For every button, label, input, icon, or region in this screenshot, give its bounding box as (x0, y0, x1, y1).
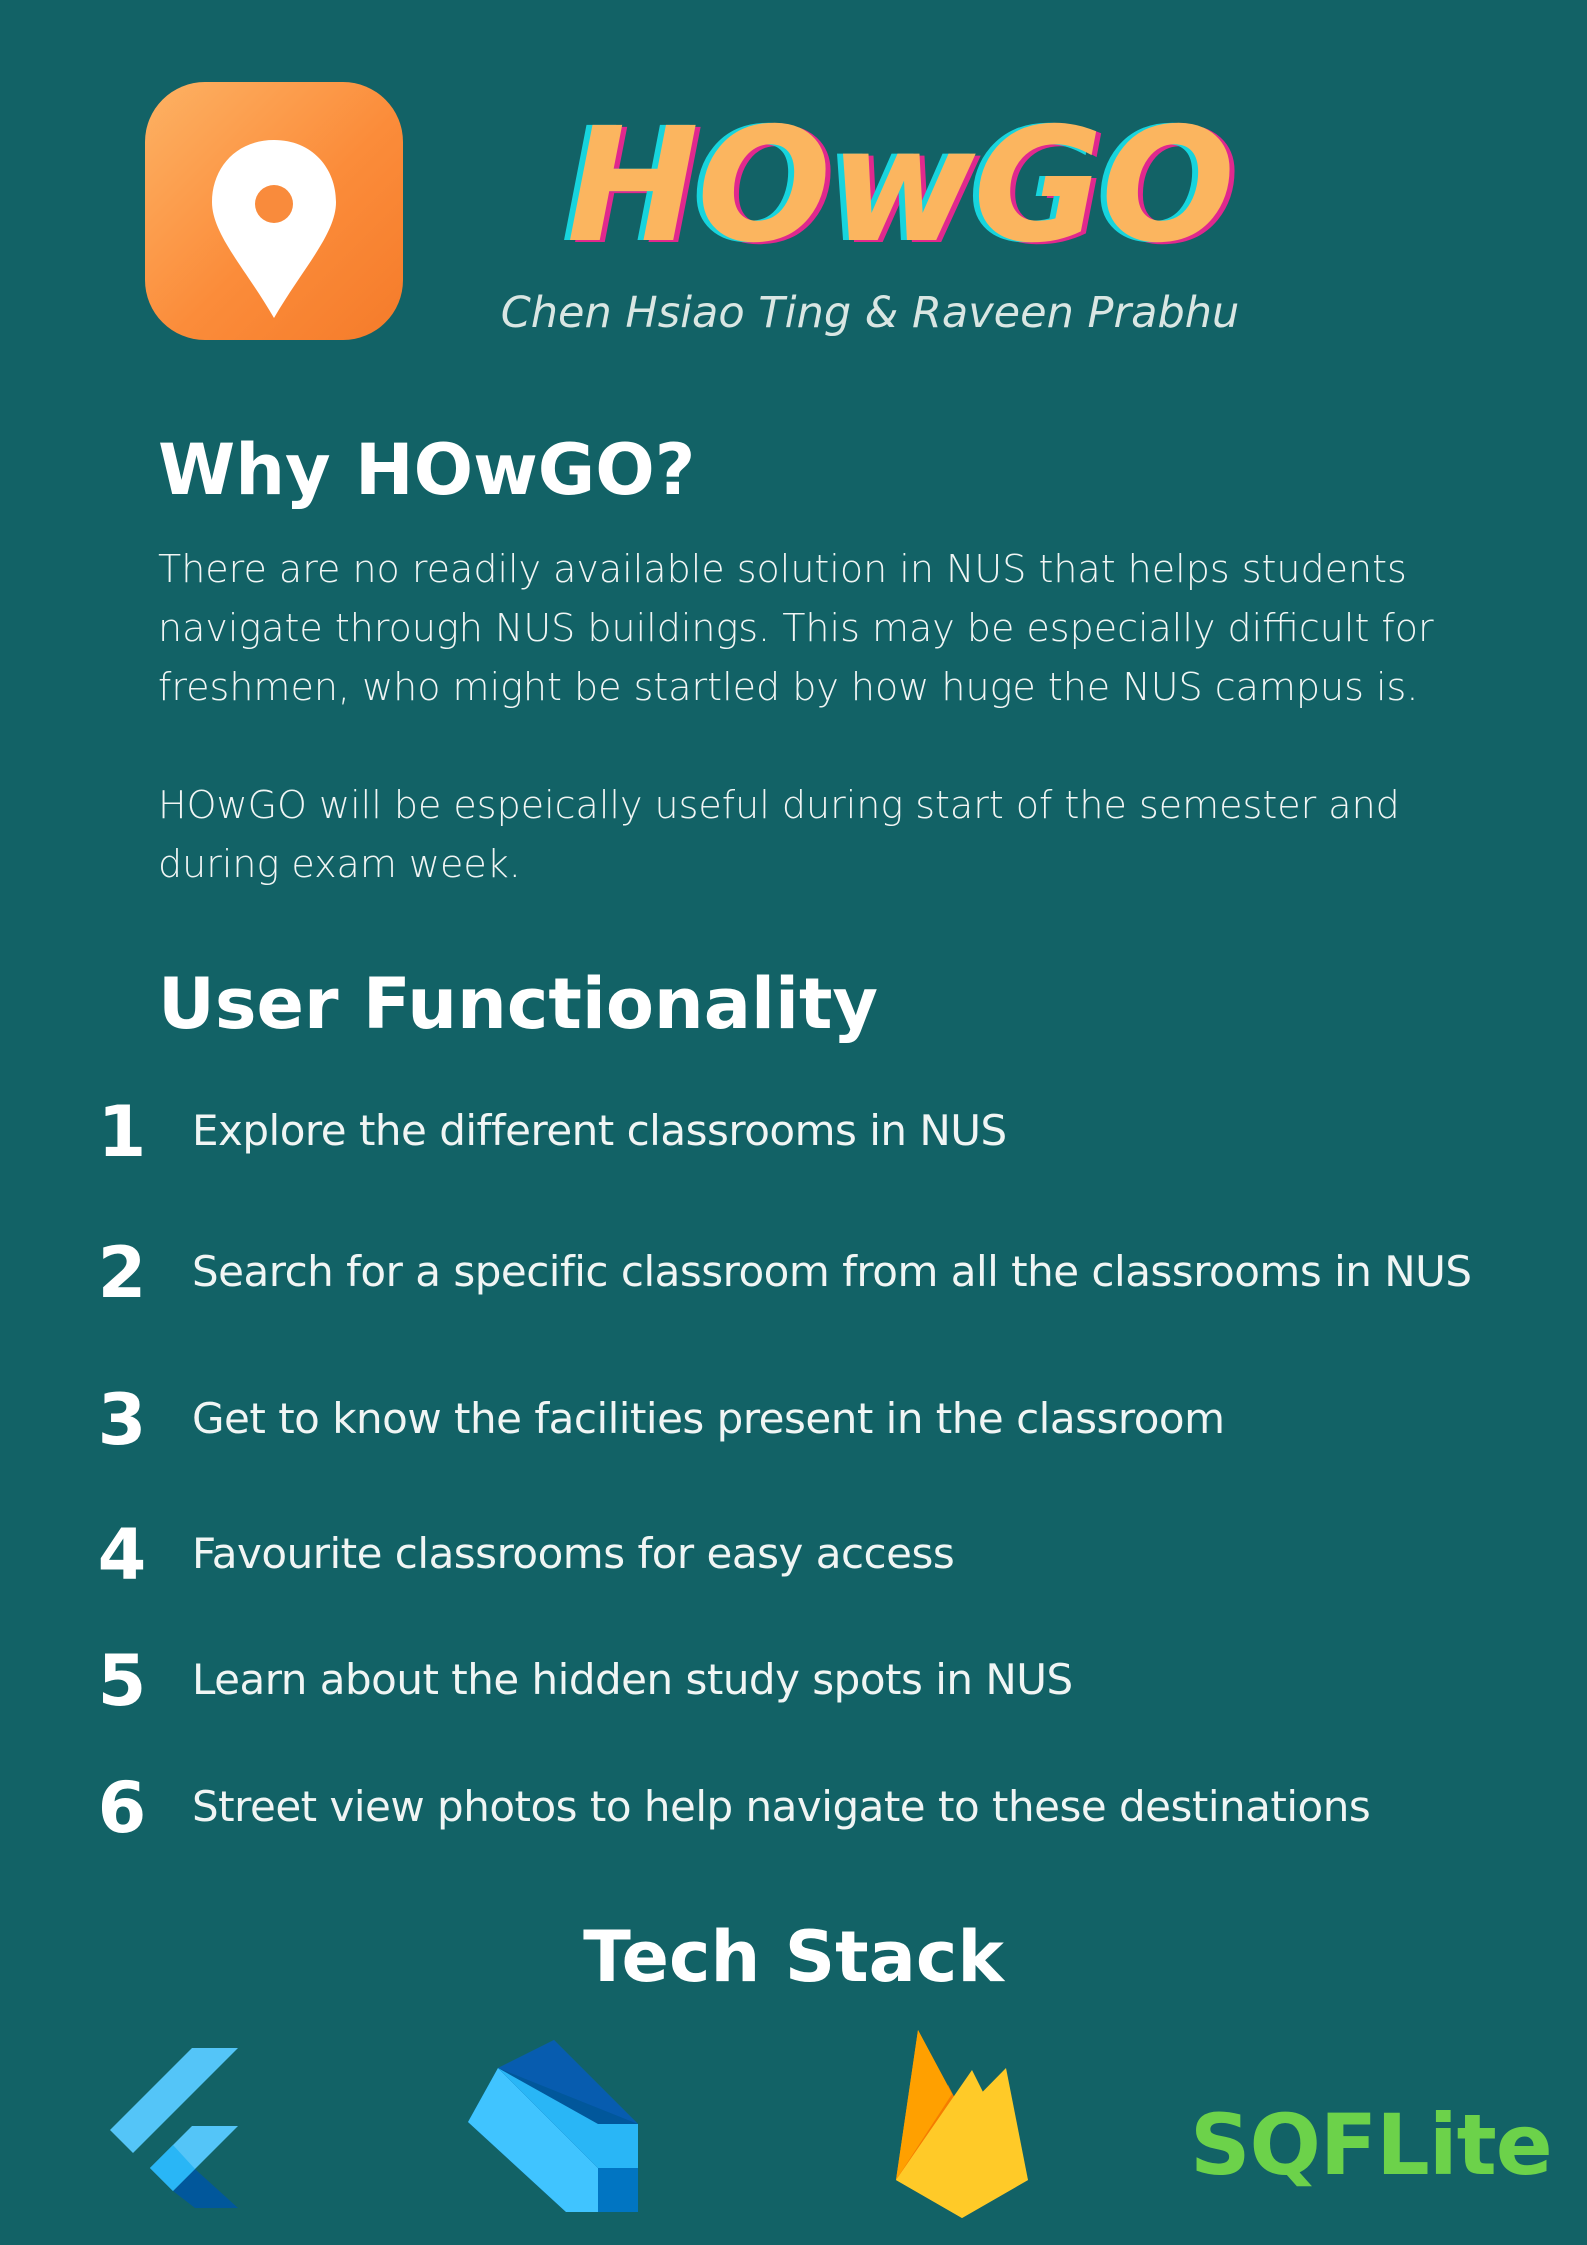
list-item: 4 Favourite classrooms for easy access (90, 1510, 1550, 1600)
list-item: 1 Explore the different classrooms in NU… (90, 1087, 1550, 1177)
authors: Chen Hsiao Ting & Raveen Prabhu (500, 288, 1240, 338)
why-paragraph-1: There are no readily available solution … (158, 547, 1434, 709)
list-item: 6 Street view photos to help navigate to… (90, 1763, 1550, 1853)
item-text: Get to know the facilities present in th… (192, 1394, 1225, 1443)
app-title: HOwGO (566, 94, 1236, 278)
firebase-logo (896, 2030, 1028, 2218)
item-number: 2 (97, 1232, 147, 1314)
flutter-logo (110, 2048, 238, 2208)
why-paragraph-2: HOwGO will be espeically useful during s… (158, 783, 1400, 886)
item-text: Learn about the hidden study spots in NU… (192, 1655, 1073, 1704)
sqflite-logo: SQFLite (1190, 2096, 1553, 2194)
why-heading: Why HOwGO? (158, 429, 696, 511)
functionality-heading: User Functionality (158, 963, 879, 1045)
item-number: 4 (97, 1514, 147, 1596)
list-item: 2 Search for a specific classroom from a… (90, 1228, 1550, 1318)
item-number: 1 (97, 1091, 147, 1173)
list-item: 5 Learn about the hidden study spots in … (90, 1636, 1550, 1726)
item-number: 3 (97, 1379, 147, 1461)
item-number: 5 (97, 1640, 147, 1722)
item-text: Street view photos to help navigate to t… (192, 1782, 1371, 1831)
item-text: Search for a specific classroom from all… (192, 1247, 1472, 1296)
dart-logo (468, 2040, 638, 2212)
item-text: Explore the different classrooms in NUS (192, 1106, 1007, 1155)
app-icon (145, 82, 403, 340)
list-item: 3 Get to know the facilities present in … (90, 1375, 1550, 1465)
item-number: 6 (97, 1767, 147, 1849)
item-text: Favourite classrooms for easy access (192, 1529, 955, 1578)
location-pin-icon (212, 140, 336, 318)
tech-stack-heading: Tech Stack (583, 1916, 1004, 1998)
